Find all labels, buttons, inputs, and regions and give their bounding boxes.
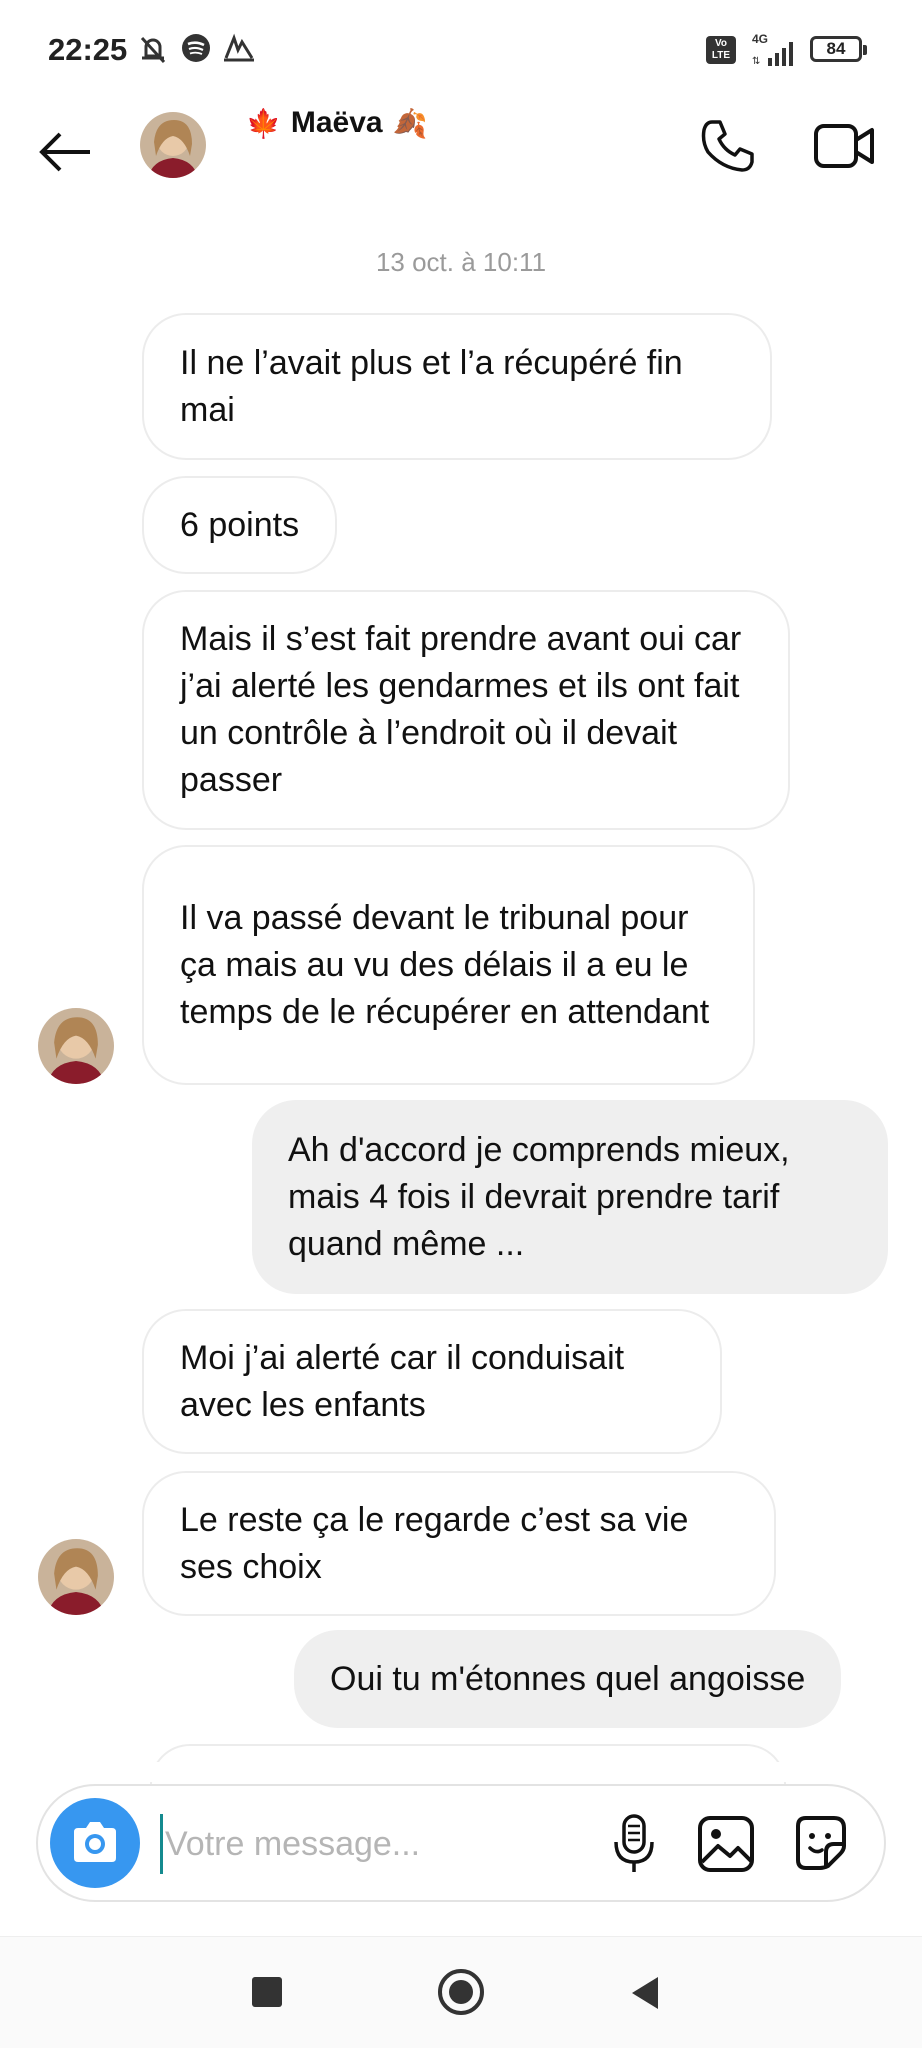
scroll-fade (0, 1762, 922, 1782)
sticker-icon[interactable] (788, 1810, 852, 1874)
message-text: Il va passé devant le tribunal pour ça m… (180, 898, 710, 1031)
message-text: Mais il s’est fait prendre avant oui car… (180, 620, 742, 799)
phone-icon[interactable] (698, 116, 758, 176)
message-text: Oui tu m'étonnes quel angoisse (330, 1659, 806, 1698)
status-bar: 22:25 Vo LTE 4G ⇅ 84 (0, 0, 922, 100)
camera-icon (74, 1822, 116, 1862)
contact-name-text: Maëva (290, 106, 383, 139)
message-text: Moi j’ai alerté car il conduisait avec l… (180, 1338, 625, 1424)
message-composer (36, 1784, 886, 1902)
battery-indicator: 84 (810, 36, 867, 62)
microphone-icon[interactable] (604, 1812, 664, 1876)
message-text: Le reste ça le regarde c’est sa vie ses … (180, 1500, 689, 1586)
message-incoming[interactable]: Il va passé devant le tribunal pour ça m… (142, 845, 755, 1085)
spotify-icon (182, 34, 210, 62)
gallery-icon[interactable] (694, 1812, 758, 1876)
camera-button[interactable] (50, 1798, 140, 1888)
message-incoming[interactable]: Le reste ça le regarde c’est sa vie ses … (142, 1471, 776, 1616)
system-back-button[interactable] (632, 1977, 658, 2009)
message-text: Ah d'accord je comprends mieux, mais 4 f… (288, 1130, 790, 1263)
chat-header: 🍁 Maëva 🍂 (0, 100, 922, 210)
message-outgoing[interactable]: Ah d'accord je comprends mieux, mais 4 f… (252, 1100, 888, 1294)
message-incoming[interactable]: Mais il s’est fait prendre avant oui car… (142, 590, 790, 830)
leaves-emoji: 🍂 (392, 107, 428, 139)
message-incoming[interactable]: Il ne l’avait plus et l’a récupéré fin m… (142, 313, 772, 460)
sender-avatar[interactable] (38, 1008, 114, 1084)
mute-icon (140, 36, 166, 64)
message-incoming[interactable]: Moi j’ai alerté car il conduisait avec l… (142, 1309, 722, 1454)
sender-avatar[interactable] (38, 1539, 114, 1615)
contact-name[interactable]: 🍁 Maëva 🍂 (246, 106, 427, 140)
contact-avatar[interactable] (140, 112, 206, 178)
home-button[interactable] (438, 1969, 484, 2015)
maple-leaf-emoji: 🍁 (246, 107, 281, 139)
chat-timestamp: 13 oct. à 10:11 (375, 247, 547, 277)
message-text: 6 points (180, 505, 300, 544)
status-time: 22:25 (48, 32, 128, 67)
signal-bars-icon: ⇅ (752, 42, 793, 66)
message-incoming[interactable]: 6 points (142, 476, 338, 574)
volte-badge: Vo LTE (706, 36, 736, 64)
message-input[interactable] (160, 1814, 620, 1874)
svg-text:⇅: ⇅ (752, 56, 760, 66)
back-arrow-icon[interactable] (36, 122, 96, 182)
video-camera-icon[interactable] (812, 118, 876, 174)
signal-activity-icon (224, 33, 254, 62)
system-nav-bar (0, 1936, 922, 2048)
recents-button[interactable] (252, 1977, 282, 2007)
message-text: Il ne l’avait plus et l’a récupéré fin m… (180, 343, 683, 429)
message-outgoing[interactable]: Oui tu m'étonnes quel angoisse (294, 1630, 842, 1728)
